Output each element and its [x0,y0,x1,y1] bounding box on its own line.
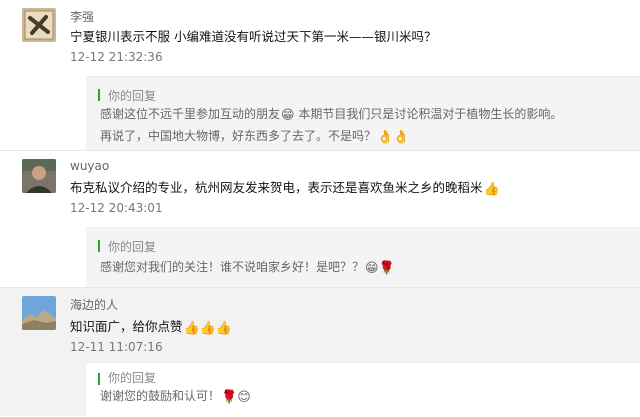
reply-marker [98,373,100,385]
comment-text-line: 知识面广，给你点赞👍👍👍 [70,316,232,335]
reply-text: 本期节目我们只是讨论积温对于植物生长的影响。 [294,107,563,121]
reply-text: 再说了，中国地大物博，好东西多了去了。不是吗？ [100,129,377,143]
reply-text-line: 感谢这位不远千里参加互动的朋友😁 本期节目我们只是讨论积温对于植物生长的影响。 [100,103,562,125]
rose-smile-emoji-icon: 🌹😊 [221,390,251,405]
comment-text-line: 布克私议介绍的专业，杭州网友发来贺电，表示还是喜欢鱼米之乡的晚稻米👍 [70,177,500,196]
comment-text: 布克私议介绍的专业，杭州网友发来贺电，表示还是喜欢鱼米之乡的晚稻米 [70,180,483,195]
avatar-person-icon [22,159,56,193]
comment-item: wuyao 布克私议介绍的专业，杭州网友发来贺电，表示还是喜欢鱼米之乡的晚稻米👍… [0,150,640,288]
thumbs-up-emoji-icon: 👍 [483,182,500,197]
ok-hand-emoji-icon: 👌👌 [377,130,410,145]
reply-text-line: 谢谢您的鼓励和认可！🌹😊 [100,385,251,407]
comment-time: 12-12 21:32:36 [70,50,163,64]
thumbs-up-emoji-icon: 👍👍👍 [183,321,233,336]
grin-emoji-icon: 😁 [281,108,295,123]
reply-text-line: 再说了，中国地大物博，好东西多了去了。不是吗？👌👌 [100,125,409,147]
reply-text: 谢谢您的鼓励和认可！ [100,389,221,403]
reply-title: 你的回复 [108,240,157,254]
reply-box: 你的回复 感谢这位不远千里参加互动的朋友😁 本期节目我们只是讨论积温对于植物生长… [86,76,640,151]
comment-text: 知识面广，给你点赞 [70,319,183,334]
grin-rose-emoji-icon: 😁🌹 [365,261,395,276]
reply-box: 你的回复 谢谢您的鼓励和认可！🌹😊 [86,362,640,417]
comment-text: 宁夏银川表示不服 小编难道没有听说过天下第一米——银川米吗？ [70,29,437,44]
reply-marker [98,89,100,101]
comment-time: 12-12 20:43:01 [70,201,163,215]
reply-text: 感谢这位不远千里参加互动的朋友 [100,107,281,121]
comment-item: 海边的人 知识面广，给你点赞👍👍👍 12-11 11:07:16 你的回复 谢谢… [0,287,640,417]
avatar[interactable] [22,296,56,330]
comment-item: 李强 宁夏银川表示不服 小编难道没有听说过天下第一米——银川米吗？ 12-12 … [0,0,640,151]
avatar[interactable] [22,8,56,42]
comment-time: 12-11 11:07:16 [70,340,163,354]
reply-text-line: 感谢您对我们的关注！谁不说咱家乡好！是吧？？😁🌹 [100,256,395,278]
avatar[interactable] [22,159,56,193]
avatar-cross-icon [22,8,56,42]
comment-username[interactable]: 李强 [70,8,94,25]
reply-text: 感谢您对我们的关注！谁不说咱家乡好！是吧？？ [100,260,365,274]
reply-title: 你的回复 [108,371,157,385]
reply-box: 你的回复 感谢您对我们的关注！谁不说咱家乡好！是吧？？😁🌹 [86,227,640,288]
reply-marker [98,240,100,252]
comment-username[interactable]: wuyao [70,159,109,173]
comment-username[interactable]: 海边的人 [70,296,118,313]
reply-title: 你的回复 [108,89,157,103]
avatar-landscape-icon [22,296,56,330]
